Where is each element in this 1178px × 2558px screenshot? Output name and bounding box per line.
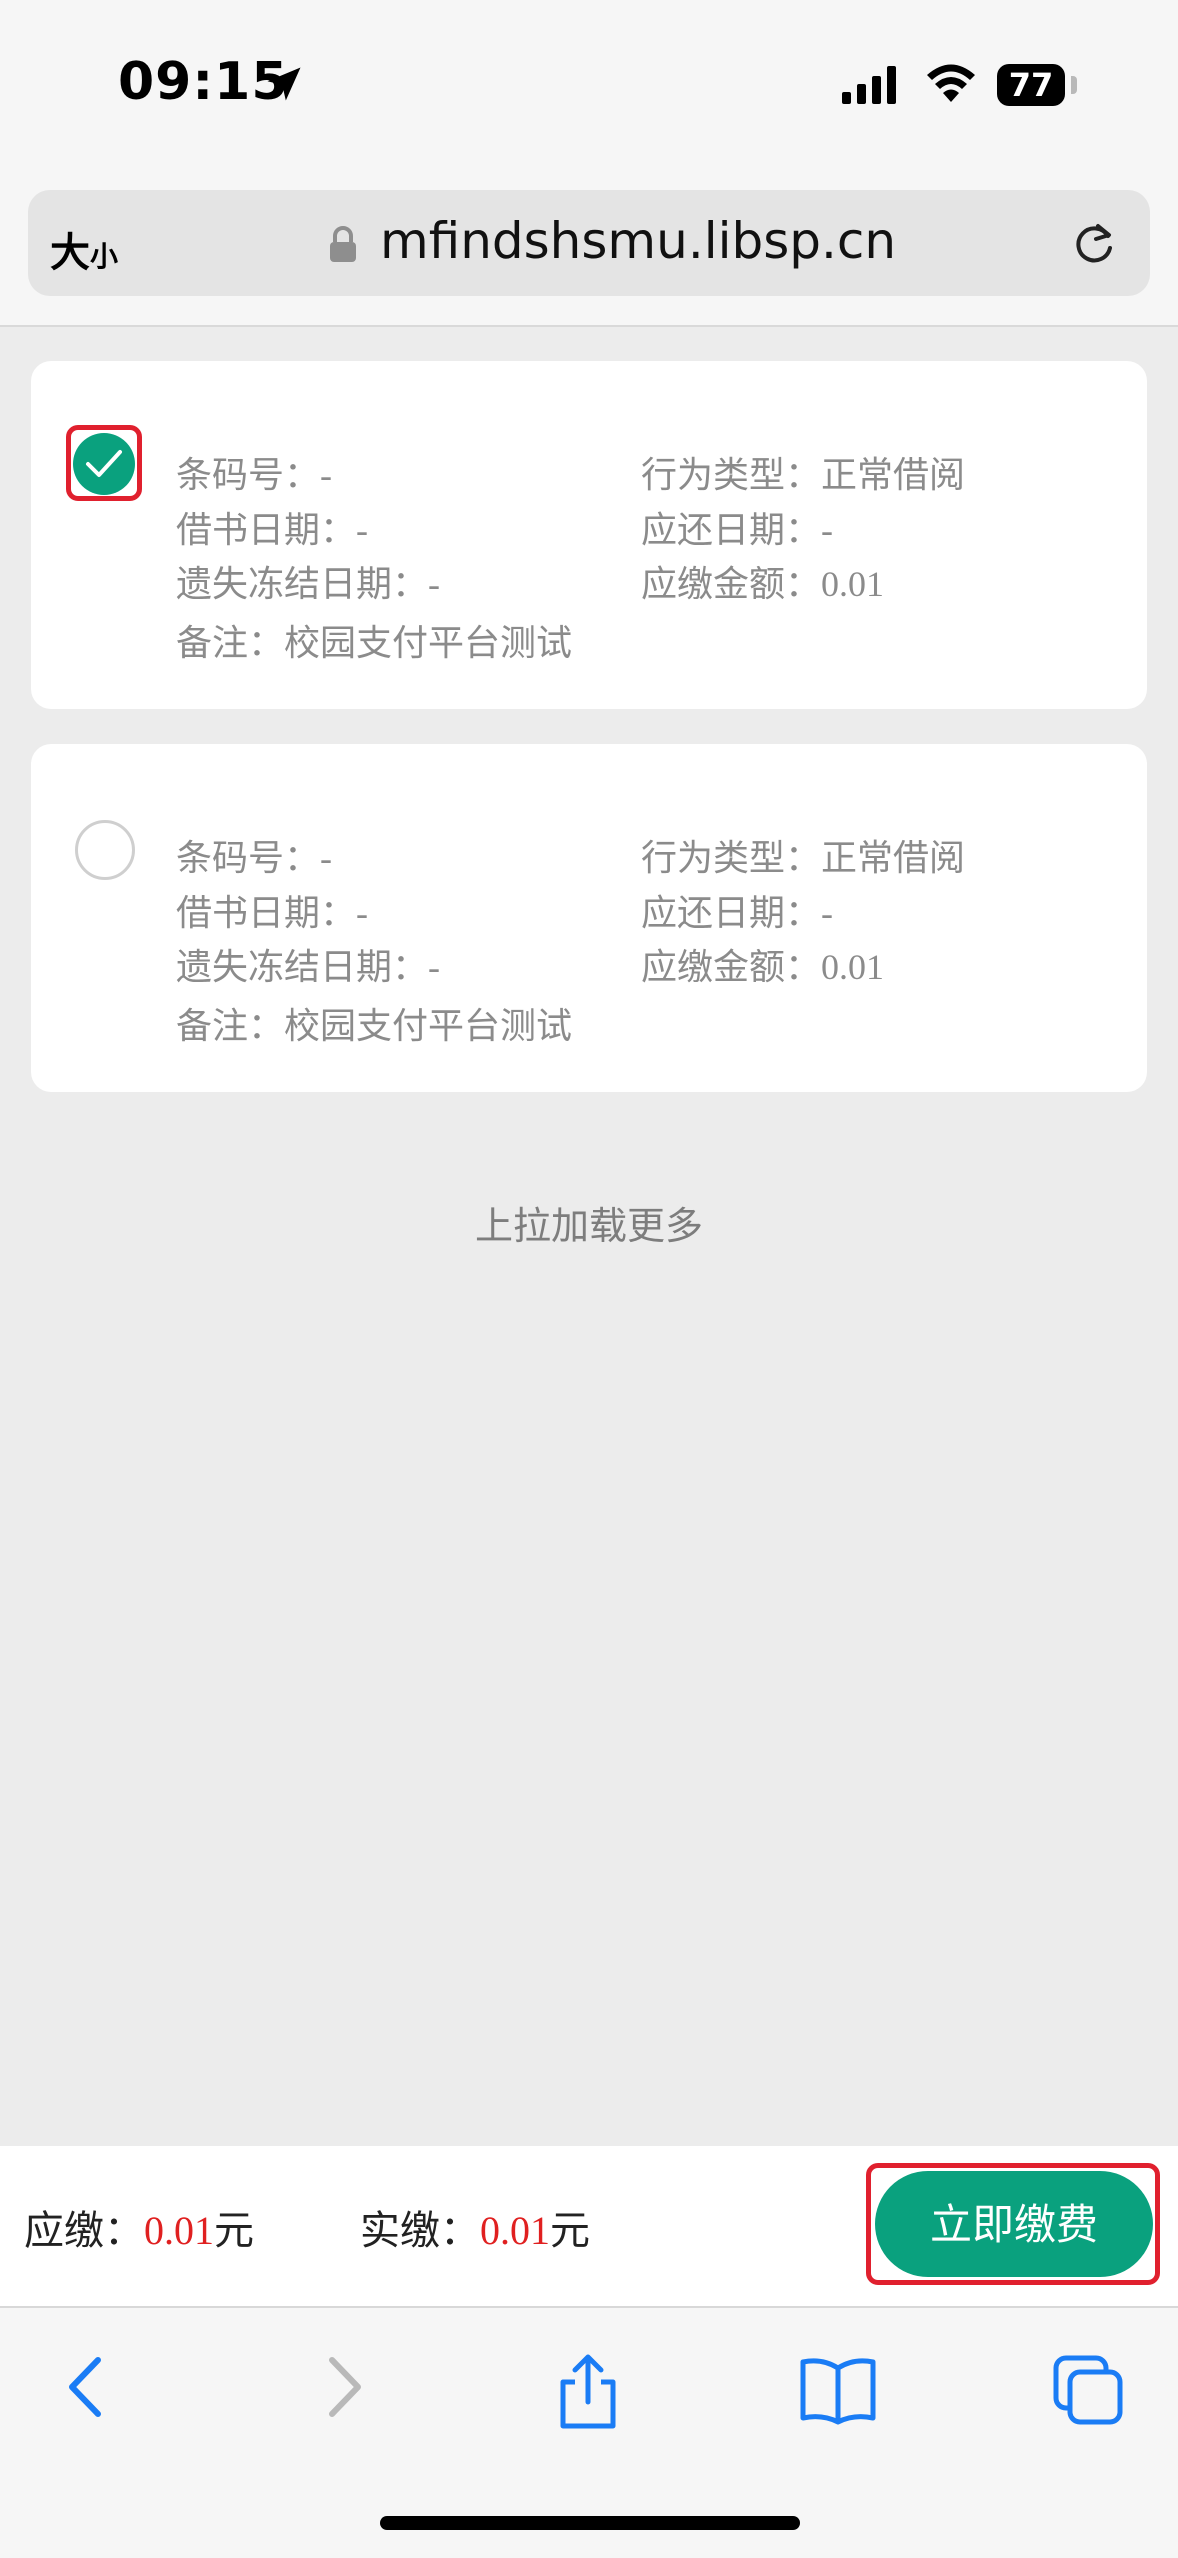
note-field: 备注：校园支付平台测试 [176, 623, 573, 663]
freeze-date-field: 遗失冻结日期：- [176, 947, 440, 987]
browser-toolbar [0, 2306, 1178, 2558]
due-date-field: 应还日期：- [641, 510, 833, 550]
freeze-date-field: 遗失冻结日期：- [176, 564, 440, 604]
text-size-button[interactable]: 大小 [50, 220, 118, 278]
action-type-field: 行为类型：正常借阅 [641, 838, 966, 878]
checkmark-icon [86, 450, 122, 477]
due-date-field: 应还日期：- [641, 893, 833, 933]
status-bar: 09:15 77 [0, 0, 1178, 175]
lock-icon [330, 226, 356, 262]
location-arrow-icon [267, 67, 301, 101]
signal-icon [842, 66, 896, 104]
wifi-icon [927, 64, 975, 102]
actual-label: 实缴： [360, 2208, 480, 2253]
amount-due-field: 应缴金额：0.01 [641, 564, 885, 604]
back-icon[interactable] [62, 2352, 112, 2422]
barcode-field: 条码号：- [176, 838, 332, 878]
forward-icon[interactable] [318, 2352, 368, 2422]
home-indicator [380, 2516, 800, 2530]
action-type-field: 行为类型：正常借阅 [641, 455, 966, 495]
amount-due-summary: 应缴：0.01元 [24, 2198, 254, 2256]
pay-now-button[interactable]: 立即缴费 [875, 2171, 1153, 2277]
due-amount: 0.01 [144, 2208, 214, 2253]
text-size-small-label: 小 [90, 240, 119, 273]
text-size-big-label: 大 [50, 230, 90, 276]
battery-indicator: 77 [997, 64, 1065, 106]
address-bar[interactable]: 大小 mfindshsmu.libsp.cn [28, 190, 1150, 296]
battery-cap [1071, 76, 1077, 94]
share-icon[interactable] [553, 2352, 623, 2432]
actual-amount: 0.01 [480, 2208, 550, 2253]
load-more-hint: 上拉加载更多 [474, 1204, 703, 1248]
due-label: 应缴： [24, 2208, 144, 2253]
record-card: 条码号：- 行为类型：正常借阅 借书日期：- 应还日期：- 遗失冻结日期：- 应… [31, 361, 1147, 709]
tabs-icon[interactable] [1050, 2352, 1126, 2428]
url-text: mfindshsmu.libsp.cn [380, 212, 897, 270]
select-checkbox-unchecked[interactable] [75, 820, 135, 880]
amount-actual-summary: 实缴：0.01元 [360, 2198, 590, 2256]
payment-bar: 应缴：0.01元 实缴：0.01元 立即缴费 [0, 2146, 1178, 2306]
note-field: 备注：校园支付平台测试 [176, 1006, 573, 1046]
borrow-date-field: 借书日期：- [176, 510, 368, 550]
bookmarks-icon[interactable] [798, 2352, 878, 2426]
select-checkbox-checked[interactable] [73, 433, 135, 495]
amount-due-field: 应缴金额：0.01 [641, 947, 885, 987]
due-unit: 元 [214, 2208, 254, 2253]
browser-address-area: 大小 mfindshsmu.libsp.cn [0, 175, 1178, 327]
record-card: 条码号：- 行为类型：正常借阅 借书日期：- 应还日期：- 遗失冻结日期：- 应… [31, 744, 1147, 1092]
reload-icon[interactable] [1068, 218, 1120, 270]
actual-unit: 元 [550, 2208, 590, 2253]
barcode-field: 条码号：- [176, 455, 332, 495]
borrow-date-field: 借书日期：- [176, 893, 368, 933]
